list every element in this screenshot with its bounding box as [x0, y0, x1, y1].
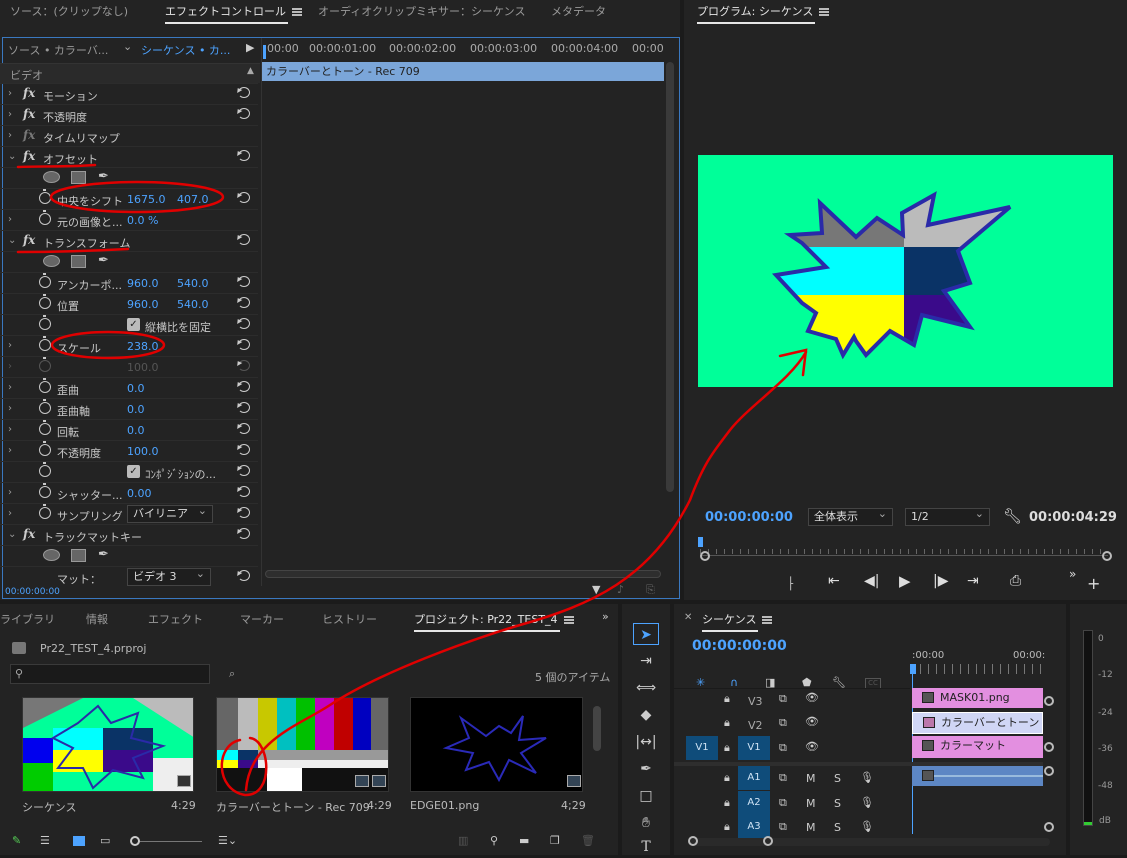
red-annotations — [16, 163, 808, 797]
